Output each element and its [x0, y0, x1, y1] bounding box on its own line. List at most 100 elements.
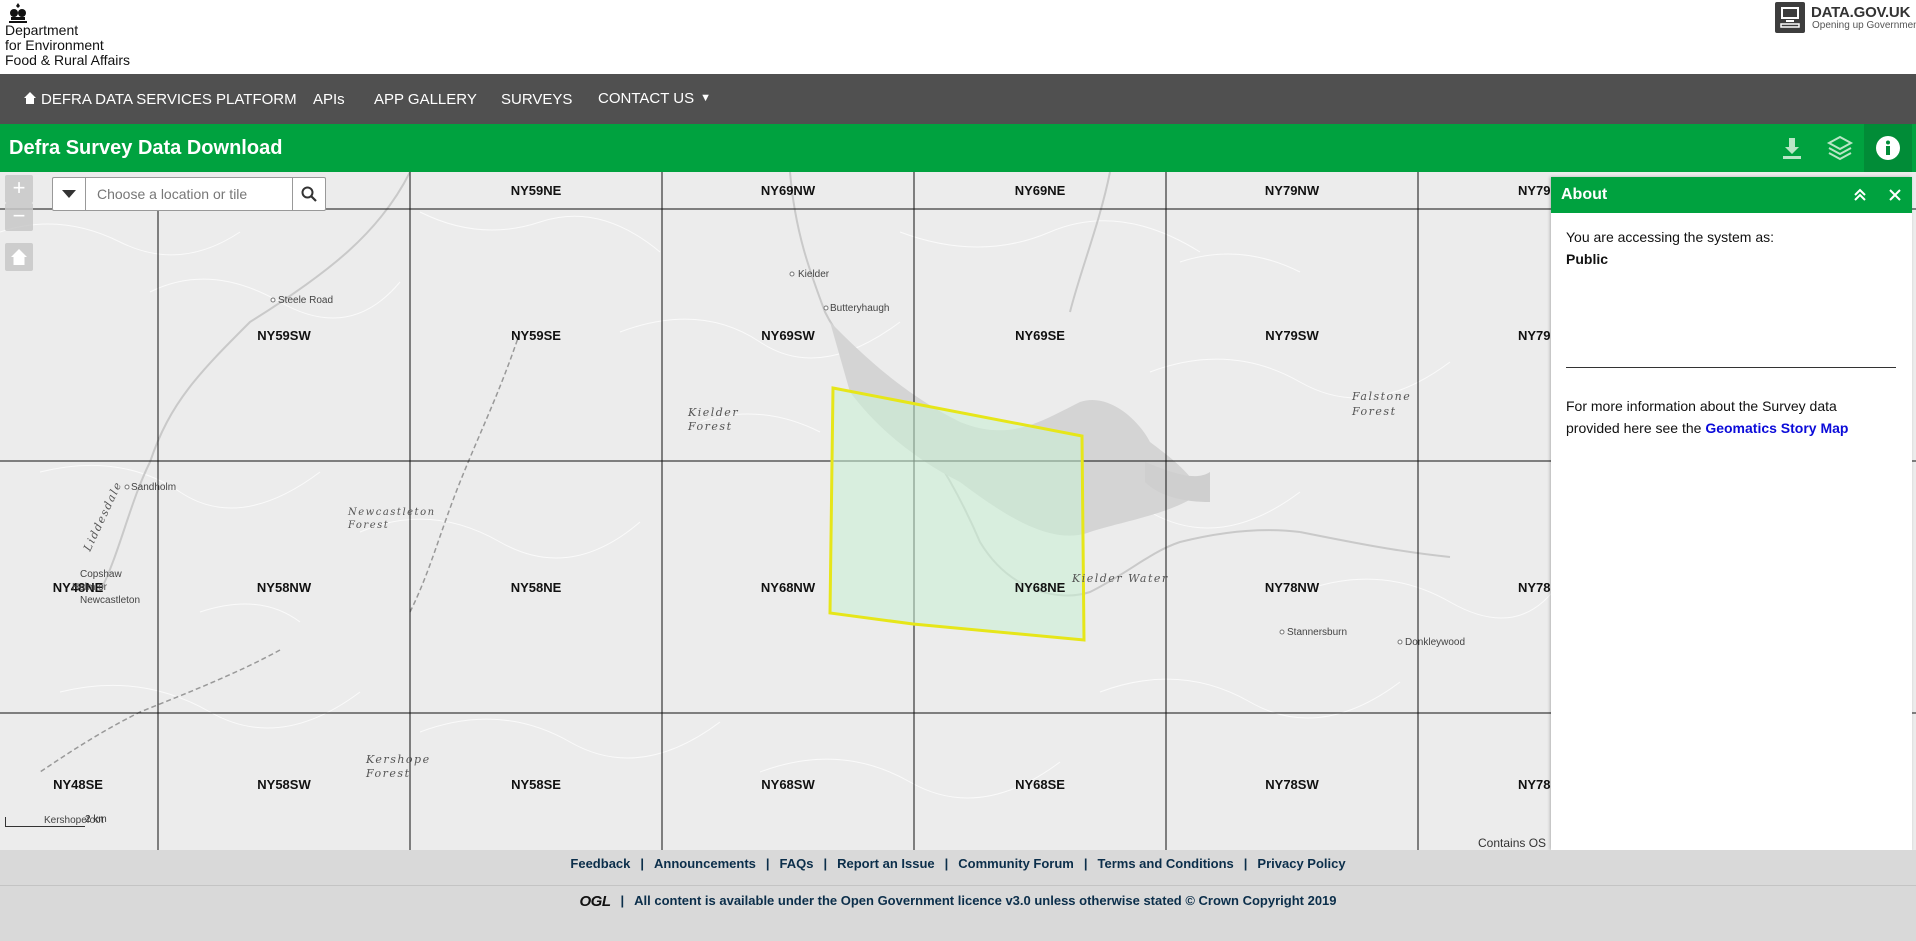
chevron-up-double-icon: [1854, 188, 1866, 201]
chevron-down-icon: ▼: [700, 92, 712, 104]
datagov-box-icon: [1775, 2, 1805, 33]
search-icon: [301, 186, 317, 202]
tile-label[interactable]: NY79: [1518, 328, 1551, 343]
defra-logo[interactable]: Department for Environment Food & Rural …: [4, 2, 144, 70]
layers-button[interactable]: [1816, 124, 1864, 172]
location-search: [52, 177, 326, 211]
department-line-3: Food & Rural Affairs: [5, 52, 131, 68]
department-line-1: Department: [5, 22, 79, 38]
tile-label[interactable]: NY68NW: [761, 580, 816, 595]
close-icon: [1889, 189, 1901, 201]
search-input[interactable]: [87, 178, 292, 210]
search-button[interactable]: [292, 178, 325, 210]
footer-link-faqs[interactable]: FAQs: [780, 856, 814, 871]
tile-label[interactable]: NY78SW: [1265, 777, 1319, 792]
more-info-text: For more information about the Survey da…: [1566, 395, 1886, 439]
datagov-subtitle: Opening up Government: [1812, 20, 1916, 31]
place-label: Newcastleton: [347, 507, 436, 518]
tile-label[interactable]: NY79: [1518, 183, 1551, 198]
geomatics-story-map-link[interactable]: Geomatics Story Map: [1705, 420, 1848, 436]
place-label: Holm or: [72, 582, 108, 593]
nav-item-surveys[interactable]: SURVEYS: [501, 74, 572, 124]
close-panel-button[interactable]: [1881, 177, 1909, 213]
tile-label[interactable]: NY58SE: [511, 777, 561, 792]
scale-label: 2 km: [85, 814, 107, 825]
forest-label: Forest: [687, 420, 733, 433]
department-line-2: for Environment: [5, 37, 104, 53]
footer-link-community-forum[interactable]: Community Forum: [958, 856, 1074, 871]
zoom-out-button[interactable]: −: [5, 203, 33, 231]
forest-label: Falstone: [1351, 390, 1411, 403]
about-panel-header: About: [1551, 177, 1912, 213]
footer-link-report-issue[interactable]: Report an Issue: [837, 856, 935, 871]
licence-text: All content is available under the Open …: [634, 893, 1337, 908]
tile-label[interactable]: NY68SW: [761, 777, 815, 792]
tile-label[interactable]: NY79NW: [1265, 183, 1320, 198]
brand-bar: Department for Environment Food & Rural …: [0, 0, 1916, 74]
tile-label[interactable]: NY69NW: [761, 183, 816, 198]
footer-link-feedback[interactable]: Feedback: [570, 856, 630, 871]
nav-item-label: DEFRA DATA SERVICES PLATFORM: [41, 91, 297, 108]
chevron-down-icon: [62, 190, 76, 198]
nav-item-app-gallery[interactable]: APP GALLERY: [374, 74, 477, 124]
nav-item-defra-platform[interactable]: DEFRA DATA SERVICES PLATFORM: [23, 74, 297, 124]
nav-item-apis[interactable]: APIs: [313, 74, 345, 124]
tile-label[interactable]: NY69SE: [1015, 328, 1065, 343]
about-panel-title: About: [1561, 186, 1608, 203]
footer-separator: |: [1083, 856, 1088, 871]
tile-label[interactable]: NY58NW: [257, 580, 312, 595]
download-button[interactable]: [1768, 124, 1816, 172]
datagov-logo[interactable]: DATA.GOV.UK Opening up Government: [1775, 2, 1916, 36]
footer-separator: |: [640, 856, 645, 871]
download-icon: [1783, 138, 1801, 159]
nav-item-label: SURVEYS: [501, 91, 573, 108]
home-extent-button[interactable]: [5, 243, 33, 271]
home-icon: [24, 92, 36, 104]
home-icon: [11, 249, 27, 265]
royal-crest-icon: [9, 3, 27, 23]
tile-label[interactable]: NY78: [1518, 777, 1551, 792]
tile-label[interactable]: NY59NE: [511, 183, 562, 198]
tile-label[interactable]: NY78: [1518, 580, 1551, 595]
place-label: Sandholm: [131, 482, 176, 493]
page-title: Defra Survey Data Download: [9, 137, 283, 159]
tile-label[interactable]: NY69NE: [1015, 183, 1066, 198]
forest-label: Forest: [1351, 405, 1397, 418]
datagov-title: DATA.GOV.UK: [1811, 4, 1911, 21]
footer-links: Feedback | Announcements | FAQs | Report an Is…: [0, 856, 1916, 871]
footer-separator: |: [823, 856, 828, 871]
footer-divider: [0, 885, 1916, 886]
tile-label[interactable]: NY58SW: [257, 777, 311, 792]
search-source-dropdown[interactable]: [53, 178, 86, 210]
about-panel: About You are accessing the system as: P…: [1551, 177, 1912, 850]
footer-licence: OGL | All content is available under the O…: [0, 893, 1916, 910]
tile-label[interactable]: NY48SE: [53, 777, 103, 792]
tile-label[interactable]: NY79SW: [1265, 328, 1319, 343]
map-attribution: Contains OS: [1478, 836, 1547, 850]
tile-label[interactable]: NY68SE: [1015, 777, 1065, 792]
footer-separator: |: [944, 856, 949, 871]
nav-item-label: APIs: [313, 91, 345, 108]
tile-label[interactable]: NY59SE: [511, 328, 561, 343]
place-label: Steele Road: [278, 295, 333, 306]
access-description: You are accessing the system as:: [1566, 229, 1775, 245]
tile-label[interactable]: NY78NW: [1265, 580, 1320, 595]
info-icon: [1876, 136, 1900, 160]
tile-label[interactable]: NY69SW: [761, 328, 815, 343]
footer-link-announcements[interactable]: Announcements: [654, 856, 756, 871]
nav-item-contact-us[interactable]: CONTACT US ▼: [598, 74, 711, 124]
forest-label: Forest: [365, 767, 411, 780]
footer-link-terms[interactable]: Terms and Conditions: [1098, 856, 1234, 871]
footer: Feedback | Announcements | FAQs | Report an Is…: [0, 850, 1916, 941]
panel-divider: [1566, 367, 1896, 368]
tile-label[interactable]: NY68NE: [1015, 580, 1066, 595]
zoom-in-button[interactable]: +: [5, 175, 33, 203]
tile-label[interactable]: NY59SW: [257, 328, 311, 343]
ogl-logo-icon[interactable]: OGL: [579, 893, 611, 910]
forest-label: Kershope: [365, 753, 431, 766]
tile-label[interactable]: NY58NE: [511, 580, 562, 595]
footer-link-privacy[interactable]: Privacy Policy: [1257, 856, 1345, 871]
collapse-panel-button[interactable]: [1846, 177, 1874, 213]
nav-item-label: CONTACT US: [598, 90, 695, 107]
info-button[interactable]: [1864, 124, 1912, 172]
